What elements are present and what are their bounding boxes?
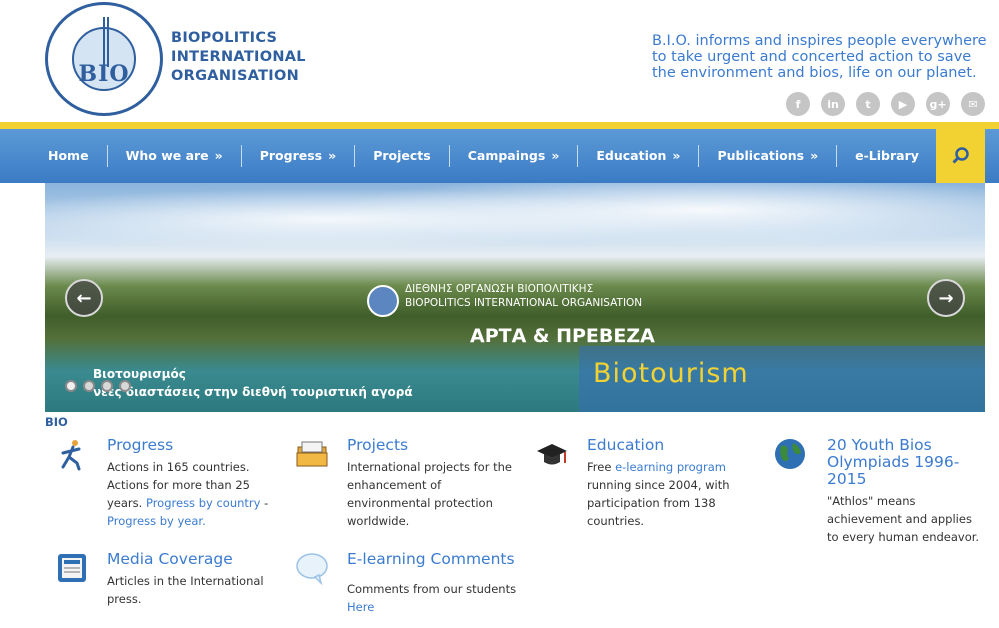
main-nav: Home Who we are» Progress» Projects Camp…	[0, 129, 999, 183]
feature-title[interactable]: 20 Youth Bios Olympiads 1996-2015	[827, 437, 987, 488]
slider-dot[interactable]	[65, 380, 77, 392]
runner-icon	[61, 440, 81, 471]
site-logo[interactable]: BIO BIOPOLITICS INTERNATIONAL ORGANISATI…	[45, 2, 306, 116]
slide-title-box[interactable]: Biotourism	[579, 346, 985, 412]
nav-item-publications[interactable]: Publications»	[699, 145, 838, 167]
slide-banner: ΔΙΕΘΝΗΣ ΟΡΓΑΝΩΣΗ ΒΙΟΠΟΛΙΤΙΚΗΣ BIOPOLITIC…	[405, 283, 655, 347]
feature-title[interactable]: Media Coverage	[107, 551, 277, 568]
newspaper-icon	[58, 554, 86, 582]
slide-caption: Βιοτουρισμός νέες διαστάσεις στην διεθνή…	[93, 367, 413, 399]
email-icon[interactable]: ✉	[961, 92, 985, 116]
feature-media: Media Coverage Articles in the Internati…	[58, 551, 277, 608]
feature-comments: E-learning Comments Comments from our st…	[296, 551, 517, 616]
googleplus-icon[interactable]: g+	[926, 92, 950, 116]
graduation-cap-icon	[537, 444, 567, 465]
slider-dot[interactable]	[101, 380, 113, 392]
feature-education: Education Free e-learning program runnin…	[537, 437, 757, 530]
e-learning-link[interactable]: e-learning program	[615, 460, 726, 474]
linkedin-icon[interactable]: in	[821, 92, 845, 116]
feature-title[interactable]: Education	[587, 437, 757, 454]
feature-text: International projects for the enhanceme…	[347, 460, 512, 528]
slider-dots	[65, 380, 131, 392]
feature-text: Free e-learning program running since 20…	[587, 460, 730, 528]
globe-icon	[775, 439, 805, 469]
nav-item-projects[interactable]: Projects	[355, 145, 450, 167]
search-icon	[951, 147, 969, 164]
feature-text: Comments from our students Here	[347, 582, 517, 614]
feature-title[interactable]: Progress	[107, 437, 277, 454]
nav-item-e-library[interactable]: e-Library	[837, 145, 937, 167]
tagline: B.I.O. informs and inspires people every…	[652, 33, 987, 81]
youtube-icon[interactable]: ▶	[891, 92, 915, 116]
social-links: f in t ▶ g+ ✉	[786, 92, 985, 116]
feature-text: Articles in the International press.	[107, 574, 264, 606]
feature-projects: Projects International projects for the …	[296, 437, 517, 530]
twitter-icon[interactable]: t	[856, 92, 880, 116]
nav-item-progress[interactable]: Progress»	[242, 145, 356, 167]
logo-text: BIO	[78, 61, 130, 87]
slide-title: Biotourism	[593, 358, 749, 389]
slider-prev-button[interactable]: ←	[65, 279, 103, 317]
nav-item-campaigns[interactable]: Campaings»	[450, 145, 579, 167]
slider-next-button[interactable]: →	[927, 279, 965, 317]
progress-by-year-link[interactable]: Progress by year.	[107, 514, 206, 528]
feature-title[interactable]: Projects	[347, 437, 517, 454]
bio-emblem: BIO	[45, 2, 163, 116]
feature-title[interactable]: E-learning Comments	[347, 551, 517, 568]
facebook-icon[interactable]: f	[786, 92, 810, 116]
site-header: BIO BIOPOLITICS INTERNATIONAL ORGANISATI…	[0, 0, 999, 122]
comments-here-link[interactable]: Here	[347, 600, 374, 614]
nav-item-home[interactable]: Home	[30, 145, 108, 167]
org-name: BIOPOLITICS INTERNATIONAL ORGANISATION	[171, 29, 306, 84]
feature-text: Actions in 165 countries. Actions for mo…	[107, 460, 269, 528]
feature-progress: Progress Actions in 165 countries. Actio…	[61, 437, 277, 530]
nav-item-who-we-are[interactable]: Who we are»	[108, 145, 242, 167]
feature-text: "Athlos" means achievement and applies t…	[827, 494, 980, 544]
speech-bubble-icon	[296, 553, 328, 585]
arrow-left-icon: ←	[76, 287, 92, 309]
nav-accent-bar	[0, 122, 999, 129]
section-label: BIO	[45, 415, 68, 429]
folder-icon	[296, 441, 328, 467]
slider-dot[interactable]	[119, 380, 131, 392]
hero-slider: ΔΙΕΘΝΗΣ ΟΡΓΑΝΩΣΗ ΒΙΟΠΟΛΙΤΙΚΗΣ BIOPOLITIC…	[45, 183, 985, 412]
progress-by-country-link[interactable]: Progress by country	[146, 496, 260, 510]
slider-dot[interactable]	[83, 380, 95, 392]
feature-olympiads: 20 Youth Bios Olympiads 1996-2015 "Athlo…	[775, 437, 987, 546]
arrow-right-icon: →	[938, 287, 954, 309]
search-button[interactable]	[936, 129, 985, 183]
nav-item-education[interactable]: Education»	[578, 145, 700, 167]
